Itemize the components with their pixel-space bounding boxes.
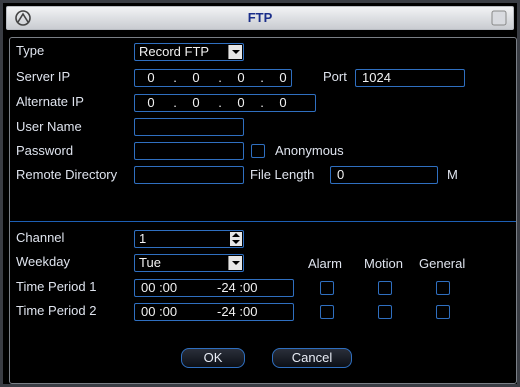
anonymous-checkbox[interactable] <box>251 144 265 158</box>
time-period-2-field[interactable]: 00 :00 -24 :00 <box>134 303 294 321</box>
alternate-ip-octet-3: 0 <box>237 95 245 110</box>
close-icon[interactable] <box>491 10 507 26</box>
time-period-1-start: 00 :00 <box>141 280 178 295</box>
time-period-2-label: Time Period 2 <box>16 303 97 318</box>
password-label: Password <box>16 143 74 158</box>
user-name-field[interactable] <box>134 118 244 136</box>
column-motion: Motion <box>364 256 404 271</box>
chevron-down-icon <box>228 256 242 270</box>
weekday-select[interactable]: Tue <box>134 254 244 272</box>
file-length-unit: M <box>447 167 458 182</box>
server-ip-field[interactable]: 0 . 0 . 0 . 0 <box>134 69 292 87</box>
remote-directory-label: Remote Directory <box>16 167 118 182</box>
user-name-label: User Name <box>16 119 82 134</box>
settings-panel: Type Record FTP Server IP 0 . 0 . 0 . 0 … <box>9 37 517 384</box>
time-period-2-end: -24 :00 <box>217 304 258 319</box>
section-divider <box>10 221 516 222</box>
ip-dot: . <box>260 70 264 85</box>
channel-value: 1 <box>139 231 147 246</box>
spinner-arrows-icon <box>230 232 242 246</box>
weekday-label: Weekday <box>16 254 70 269</box>
server-ip-octet-2: 0 <box>192 70 200 85</box>
column-alarm: Alarm <box>308 256 342 271</box>
chevron-down-icon <box>228 45 242 59</box>
ip-dot: . <box>173 70 177 85</box>
alternate-ip-octet-1: 0 <box>147 95 155 110</box>
alternate-ip-field[interactable]: 0 . 0 . 0 . 0 <box>134 94 316 112</box>
channel-label: Channel <box>16 230 65 245</box>
file-length-field[interactable]: 0 <box>330 166 438 184</box>
time-period-1-field[interactable]: 00 :00 -24 :00 <box>134 279 294 297</box>
time-period-2-start: 00 :00 <box>141 304 178 319</box>
ip-dot: . <box>173 95 177 110</box>
server-ip-octet-1: 0 <box>147 70 155 85</box>
column-general: General <box>419 256 466 271</box>
password-field[interactable] <box>134 142 244 160</box>
ftp-dialog: FTP Type Record FTP Server IP 0 . 0 . 0 … <box>0 0 520 387</box>
time-period-1-label: Time Period 1 <box>16 279 97 294</box>
type-label: Type <box>16 43 45 58</box>
weekday-value: Tue <box>139 255 161 270</box>
window-title: FTP <box>247 10 273 25</box>
ip-dot: . <box>218 95 222 110</box>
ip-dot: . <box>260 95 264 110</box>
ip-dot: . <box>218 70 222 85</box>
port-field[interactable]: 1024 <box>355 69 465 87</box>
alternate-ip-octet-4: 0 <box>279 95 287 110</box>
time-period-1-general-checkbox[interactable] <box>436 281 450 295</box>
time-period-1-alarm-checkbox[interactable] <box>320 281 334 295</box>
channel-spinner[interactable]: 1 <box>134 230 244 248</box>
time-period-2-general-checkbox[interactable] <box>436 305 450 319</box>
cancel-button[interactable]: Cancel <box>272 348 352 368</box>
file-length-label: File Length <box>250 167 315 182</box>
server-ip-octet-3: 0 <box>237 70 245 85</box>
title-bar: FTP <box>6 6 514 30</box>
time-period-2-motion-checkbox[interactable] <box>378 305 392 319</box>
server-ip-label: Server IP <box>16 69 71 84</box>
port-label: Port <box>323 69 347 84</box>
type-value: Record FTP <box>139 44 210 59</box>
time-period-1-motion-checkbox[interactable] <box>378 281 392 295</box>
remote-directory-field[interactable] <box>134 166 244 184</box>
time-period-1-end: -24 :00 <box>217 280 258 295</box>
alternate-ip-label: Alternate IP <box>16 94 84 109</box>
alternate-ip-octet-2: 0 <box>192 95 200 110</box>
time-period-2-alarm-checkbox[interactable] <box>320 305 334 319</box>
ok-button[interactable]: OK <box>181 348 245 368</box>
server-ip-octet-4: 0 <box>279 70 287 85</box>
type-select[interactable]: Record FTP <box>134 43 244 61</box>
anonymous-label: Anonymous <box>275 143 344 158</box>
